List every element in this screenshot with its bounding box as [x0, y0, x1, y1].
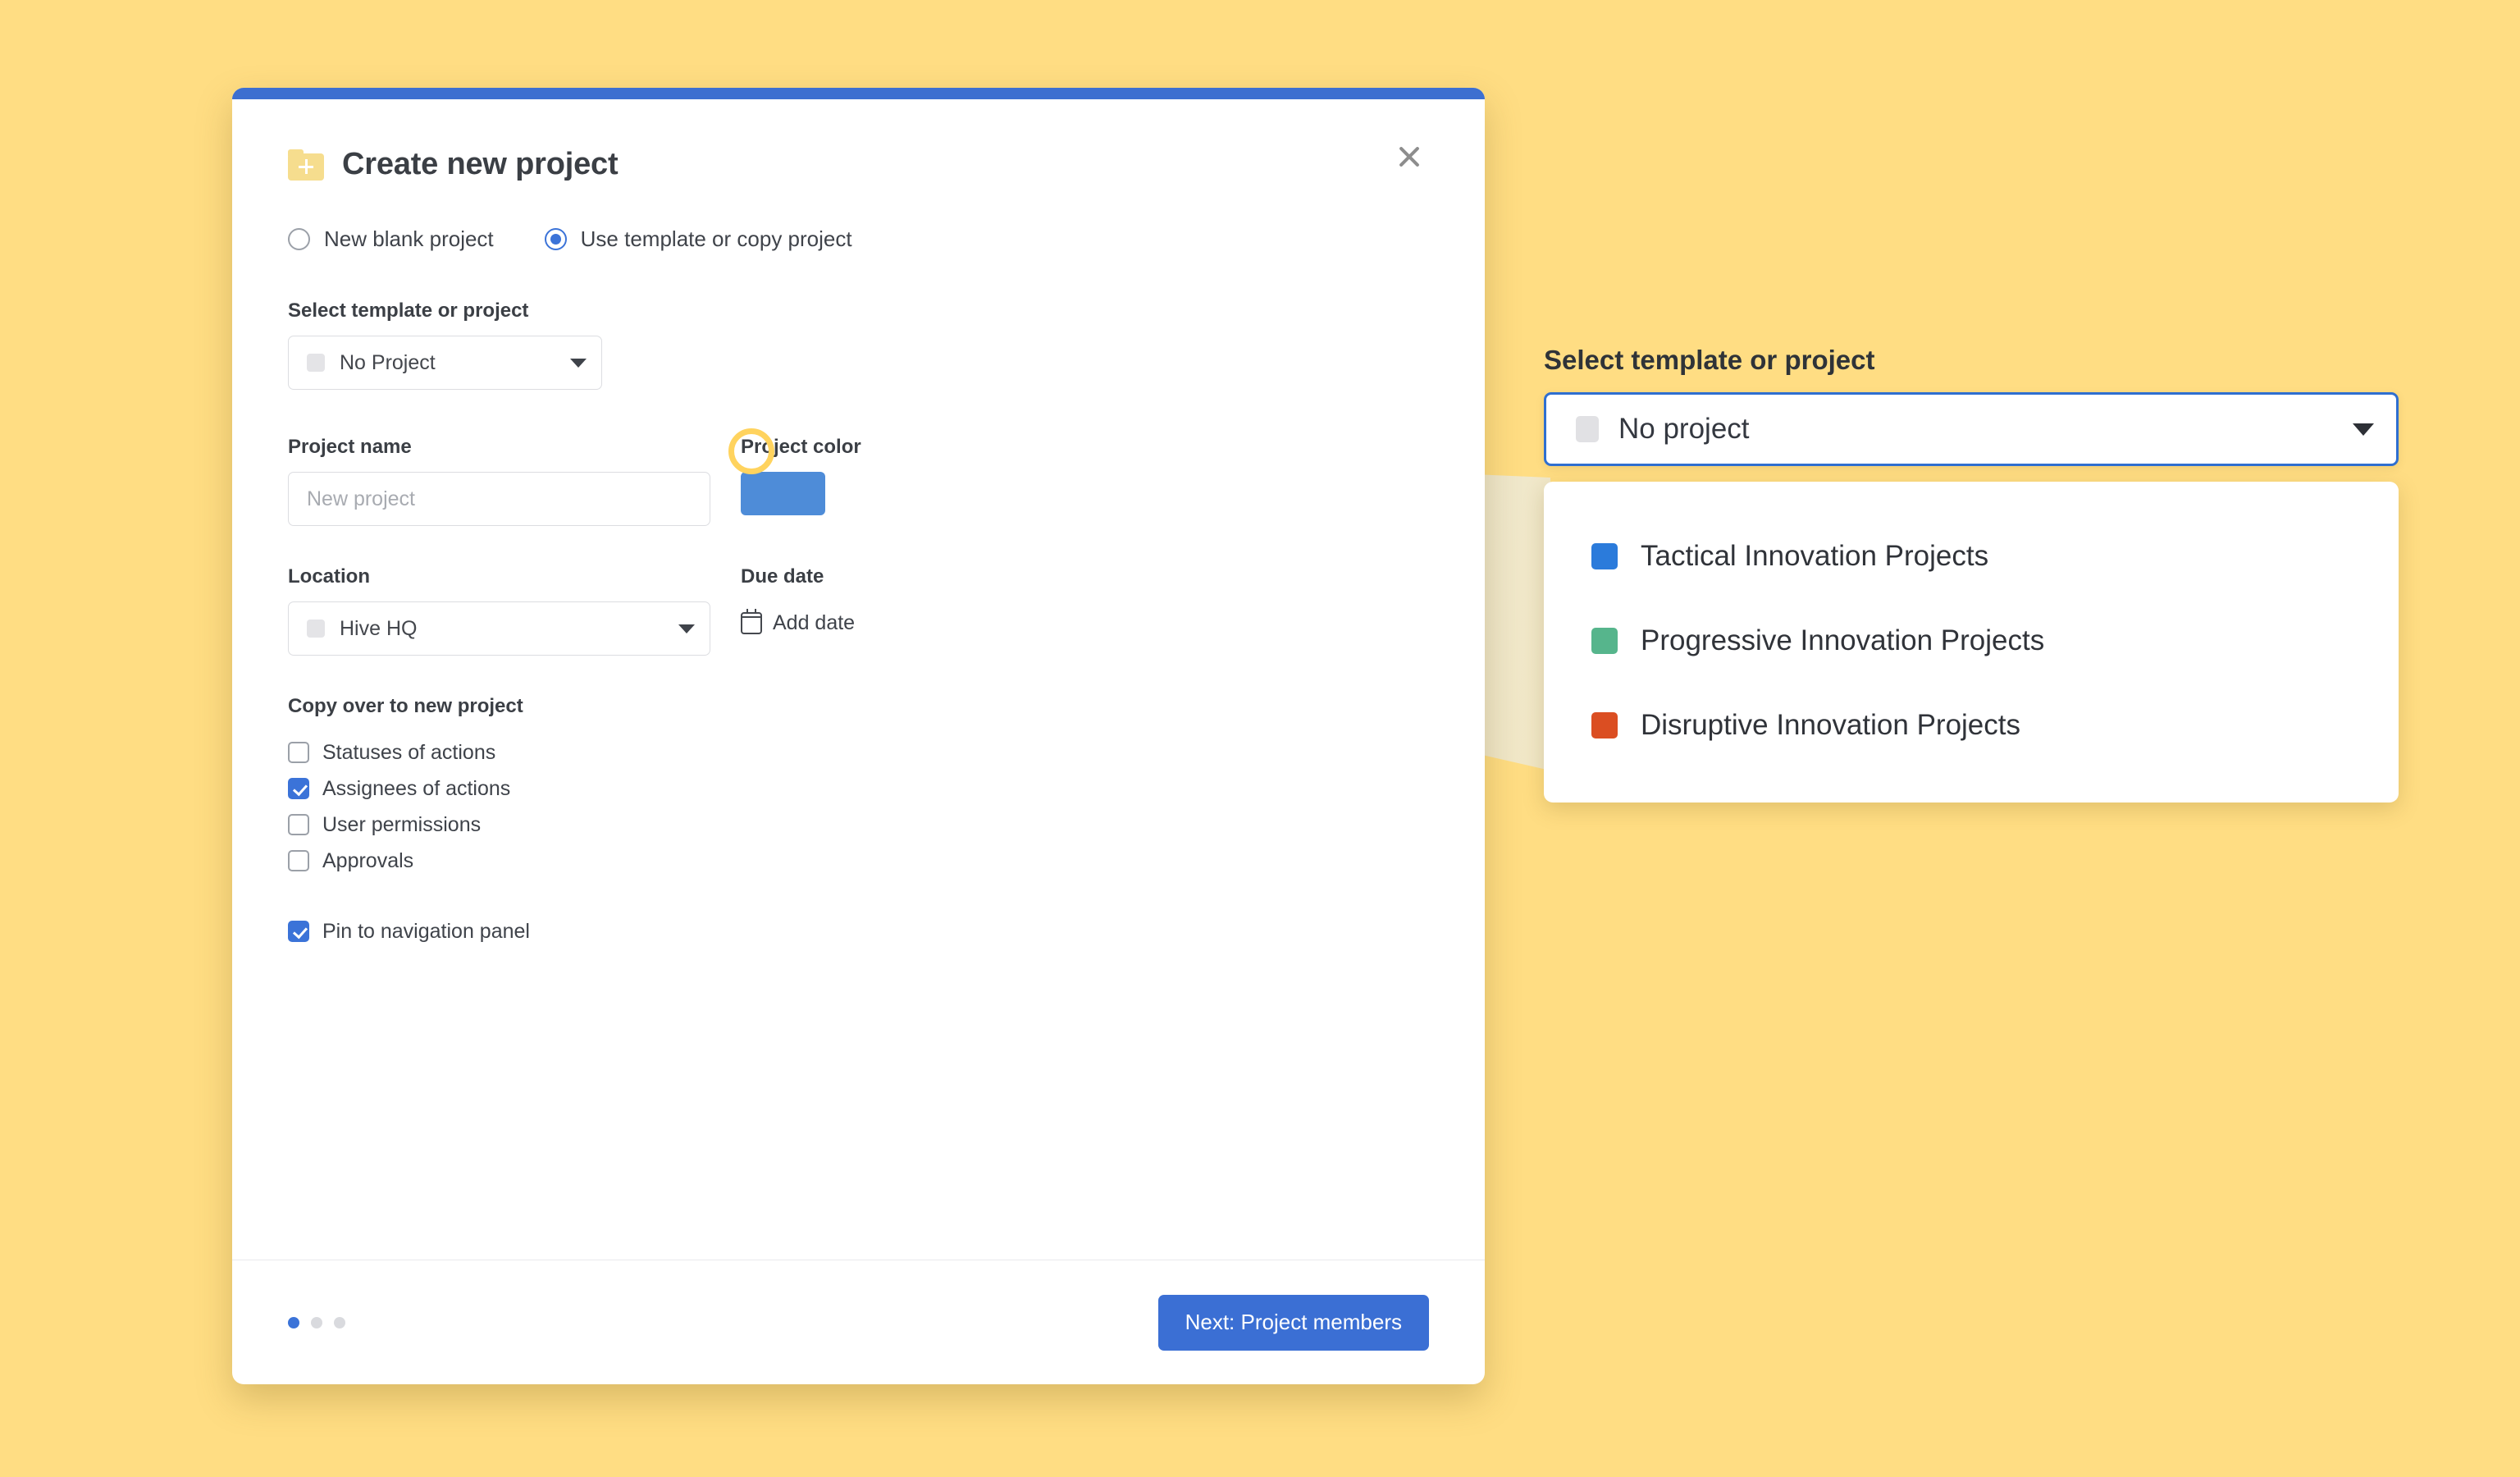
checkbox-approvals[interactable]: Approvals [288, 843, 1429, 879]
copy-over-title: Copy over to new project [288, 695, 1429, 718]
magnified-field-label: Select template or project [1544, 345, 2399, 376]
checkbox-label: Approvals [322, 849, 413, 873]
checkbox-user-permissions[interactable]: User permissions [288, 807, 1429, 843]
radio-label: New blank project [324, 226, 494, 252]
due-date-group: Due date Add date [741, 565, 1429, 656]
project-color-group: Project color [741, 436, 1429, 526]
checkbox-label: Assignees of actions [322, 777, 510, 801]
calendar-icon [741, 612, 762, 634]
project-color-swatch[interactable] [741, 472, 825, 515]
checkbox-label: Statuses of actions [322, 741, 495, 765]
radio-label: Use template or copy project [581, 226, 852, 252]
radio-option-use-template[interactable]: Use template or copy project [545, 226, 852, 252]
chevron-down-icon [678, 624, 695, 633]
location-select[interactable]: Hive HQ [288, 601, 710, 656]
location-label: Location [288, 565, 710, 588]
project-name-label: Project name [288, 436, 710, 459]
radio-option-new-blank-project[interactable]: New blank project [288, 226, 494, 252]
radio-indicator [545, 228, 567, 250]
dialog-body: Create new project New blank project Use… [232, 99, 1485, 1260]
project-name-input[interactable] [288, 472, 710, 526]
template-swatch-icon [307, 354, 325, 372]
magnified-swatch-icon [1576, 416, 1599, 442]
option-color-icon [1591, 712, 1618, 738]
project-name-group: Project name [288, 436, 710, 526]
option-color-icon [1591, 628, 1618, 654]
magnified-select-value: No project [1618, 413, 2353, 446]
step-indicator [288, 1317, 345, 1328]
dropdown-option-progressive-innovation-projects[interactable]: Progressive Innovation Projects [1544, 612, 2399, 669]
step-dot-1[interactable] [288, 1317, 299, 1328]
step-dot-3[interactable] [334, 1317, 345, 1328]
checkbox-indicator [288, 778, 309, 799]
checkbox-indicator [288, 814, 309, 835]
create-project-dialog: Create new project New blank project Use… [232, 88, 1485, 1384]
checkbox-indicator [288, 850, 309, 871]
chevron-down-icon [570, 359, 587, 368]
add-date-button[interactable]: Add date [741, 601, 1429, 645]
project-type-radio-group: New blank project Use template or copy p… [288, 226, 1429, 252]
project-color-label: Project color [741, 436, 1429, 459]
magnified-dropdown-menu: Tactical Innovation Projects Progressive… [1544, 482, 2399, 803]
checkbox-label: User permissions [322, 813, 481, 837]
option-label: Tactical Innovation Projects [1641, 540, 1988, 573]
location-select-value: Hive HQ [340, 617, 678, 641]
next-project-members-button[interactable]: Next: Project members [1158, 1295, 1429, 1351]
chevron-down-icon [2353, 423, 2374, 436]
step-dot-2[interactable] [311, 1317, 322, 1328]
copy-over-section: Copy over to new project Statuses of act… [288, 695, 1429, 949]
radio-indicator [288, 228, 310, 250]
location-swatch-icon [307, 620, 325, 638]
checkbox-statuses-of-actions[interactable]: Statuses of actions [288, 734, 1429, 771]
option-label: Disruptive Innovation Projects [1641, 709, 2020, 742]
template-select-value: No Project [340, 351, 570, 375]
dialog-header: Create new project [288, 147, 1429, 182]
checkbox-pin-to-navigation-panel[interactable]: Pin to navigation panel [288, 913, 1429, 949]
option-label: Progressive Innovation Projects [1641, 624, 2044, 657]
template-select[interactable]: No Project [288, 336, 602, 390]
magnified-template-select[interactable]: No project [1544, 392, 2399, 466]
dialog-title: Create new project [342, 147, 618, 182]
dialog-accent-bar [232, 88, 1485, 99]
add-date-label: Add date [773, 611, 855, 635]
due-date-label: Due date [741, 565, 1429, 588]
checkbox-assignees-of-actions[interactable]: Assignees of actions [288, 771, 1429, 807]
folder-plus-icon [288, 149, 324, 181]
checkbox-indicator [288, 742, 309, 763]
dropdown-option-disruptive-innovation-projects[interactable]: Disruptive Innovation Projects [1544, 697, 2399, 753]
magnified-dropdown-panel: Select template or project No project Ta… [1544, 345, 2399, 803]
template-field-label: Select template or project [288, 300, 1429, 322]
option-color-icon [1591, 543, 1618, 569]
name-color-row: Project name Project color [288, 436, 1429, 526]
location-duedate-row: Location Hive HQ Due date Add date [288, 565, 1429, 656]
checkbox-indicator [288, 921, 309, 942]
dropdown-option-tactical-innovation-projects[interactable]: Tactical Innovation Projects [1544, 528, 2399, 584]
close-icon[interactable] [1390, 137, 1429, 176]
checkbox-label: Pin to navigation panel [322, 920, 530, 944]
dialog-footer: Next: Project members [232, 1260, 1485, 1384]
location-group: Location Hive HQ [288, 565, 710, 656]
template-field-group: Select template or project No Project [288, 300, 1429, 390]
